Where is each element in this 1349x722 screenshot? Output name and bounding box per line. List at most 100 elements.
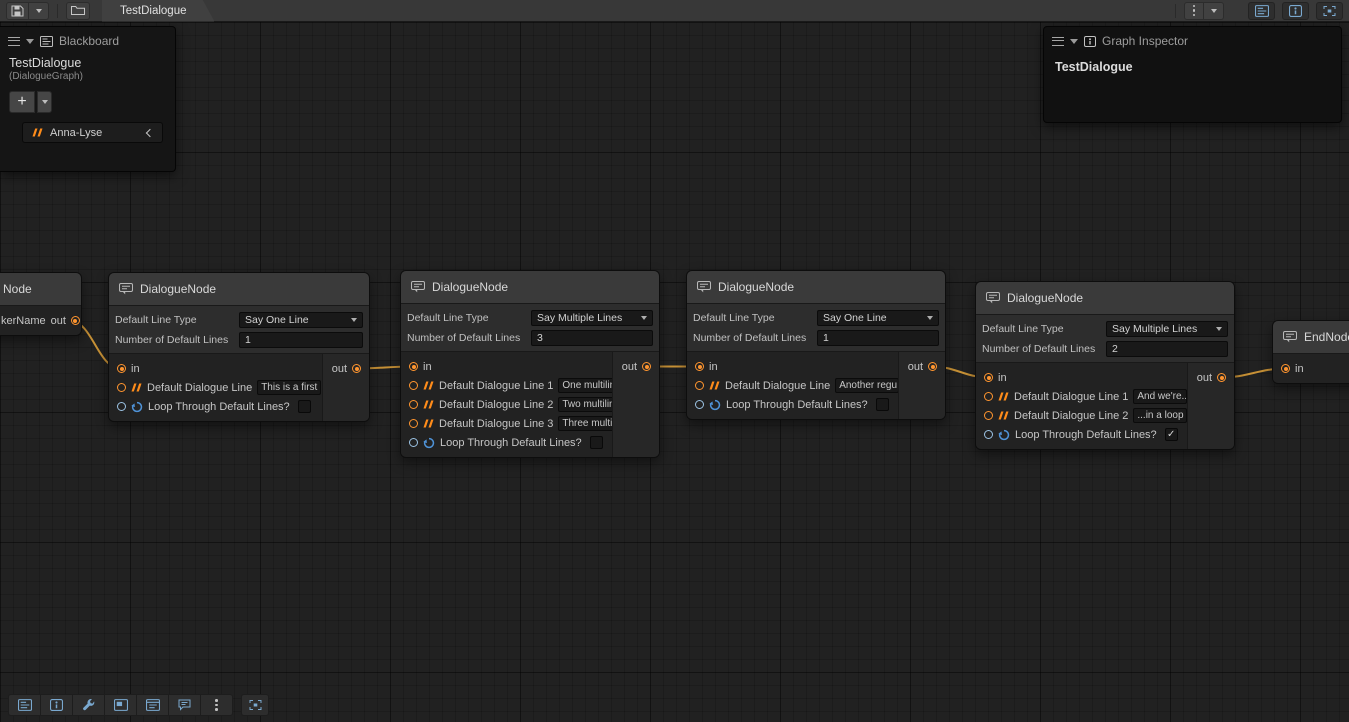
toggle-inspector-button[interactable] [1282, 2, 1309, 20]
blackboard-field-anna-lyse[interactable]: Anna-Lyse [22, 122, 163, 143]
more-options-button[interactable] [1184, 2, 1204, 20]
port-label: Default Dialogue Line [725, 380, 830, 392]
num-lines-field[interactable]: 1 [817, 330, 939, 346]
tools-button[interactable] [72, 694, 105, 716]
line-type-dropdown[interactable]: Say Multiple Lines [531, 310, 653, 326]
prop-label: Number of Default Lines [407, 332, 531, 344]
save-button[interactable] [6, 2, 29, 20]
dialogue-line-field[interactable]: ...in a loop [1133, 408, 1187, 423]
node-clipped-left[interactable]: Node kerName out [0, 272, 82, 336]
blackboard-panel[interactable]: Blackboard TestDialogue (DialogueGraph) … [0, 26, 176, 172]
line-port[interactable] [409, 400, 418, 409]
input-port[interactable] [984, 373, 993, 382]
dialogue-node-4[interactable]: DialogueNode Default Line Type Say Multi… [975, 281, 1235, 450]
loop-port[interactable] [409, 438, 418, 447]
frame-all-button[interactable] [241, 694, 269, 716]
node-title-bar[interactable]: DialogueNode [687, 271, 945, 304]
line-port[interactable] [409, 381, 418, 390]
dialogue-node-1[interactable]: DialogueNode Default Line Type Say One L… [108, 272, 370, 422]
loop-icon [998, 429, 1010, 441]
quote-icon [709, 381, 720, 390]
loop-port[interactable] [117, 402, 126, 411]
end-node[interactable]: EndNode in [1272, 320, 1349, 384]
dialogue-node-icon [119, 283, 133, 295]
loop-checkbox[interactable]: ✓ [1165, 428, 1178, 441]
node-title-bar[interactable]: DialogueNode [401, 271, 659, 304]
node-title-bar[interactable]: DialogueNode [976, 282, 1234, 315]
menu-icon[interactable] [8, 37, 20, 46]
num-lines-field[interactable]: 1 [239, 332, 363, 348]
more-options-button[interactable] [200, 694, 233, 716]
out-port-label: out [332, 363, 347, 375]
dialogue-node-icon [411, 281, 425, 293]
output-port[interactable] [71, 316, 80, 325]
graph-inspector-panel[interactable]: Graph Inspector TestDialogue [1043, 26, 1342, 123]
toggle-blackboard-button[interactable] [8, 694, 41, 716]
port-row-dialogue-line: Default Dialogue Line 2 Two multiline [401, 395, 612, 414]
dialogue-node-2[interactable]: DialogueNode Default Line Type Say Multi… [400, 270, 660, 458]
quote-icon [423, 400, 434, 409]
node-title-bar[interactable]: DialogueNode [109, 273, 369, 306]
port-row-dialogue-line: Default Dialogue Line 1 One multiline [401, 376, 612, 395]
loop-checkbox[interactable] [298, 400, 311, 413]
toggle-minimap-button[interactable] [104, 694, 137, 716]
line-port[interactable] [695, 381, 704, 390]
port-label: Default Dialogue Line 2 [1014, 410, 1128, 422]
prop-label: Default Line Type [407, 312, 531, 324]
output-port[interactable] [1217, 373, 1226, 382]
asset-name: TestDialogue [9, 56, 166, 70]
dialogue-node-3[interactable]: DialogueNode Default Line Type Say One L… [686, 270, 946, 420]
loop-checkbox[interactable] [876, 398, 889, 411]
port-label: Default Dialogue Line 1 [1014, 391, 1128, 403]
node-title: DialogueNode [718, 280, 794, 294]
line-type-dropdown[interactable]: Say Multiple Lines [1106, 321, 1228, 337]
toggle-frame-button[interactable] [1316, 2, 1343, 20]
prop-label: Number of Default Lines [982, 343, 1106, 355]
line-type-dropdown[interactable]: Say One Line [239, 312, 363, 328]
frame-icon [1323, 5, 1336, 17]
line-type-dropdown[interactable]: Say One Line [817, 310, 939, 326]
toggle-graph-inspector-button[interactable] [136, 694, 169, 716]
more-options-dropdown-button[interactable] [1204, 2, 1224, 20]
collapse-arrow-icon[interactable] [1070, 39, 1078, 44]
input-port[interactable] [117, 364, 126, 373]
chevron-left-icon[interactable] [146, 128, 154, 136]
dialogue-line-field[interactable]: This is a first [257, 380, 321, 395]
line-port[interactable] [117, 383, 126, 392]
loop-port[interactable] [695, 400, 704, 409]
num-lines-field[interactable]: 3 [531, 330, 653, 346]
menu-icon[interactable] [1052, 37, 1064, 46]
collapse-arrow-icon[interactable] [26, 39, 34, 44]
end-node-icon [1283, 331, 1297, 343]
open-asset-button[interactable] [66, 2, 90, 20]
node-title-bar[interactable]: EndNode [1273, 321, 1349, 354]
output-port[interactable] [352, 364, 361, 373]
add-property-button[interactable]: + [9, 91, 35, 113]
loop-port[interactable] [984, 430, 993, 439]
prop-label: Number of Default Lines [115, 334, 239, 346]
toggle-blackboard-button[interactable] [1248, 2, 1275, 20]
input-port[interactable] [409, 362, 418, 371]
line-port[interactable] [984, 411, 993, 420]
dialogue-line-field[interactable]: Another regu [835, 378, 899, 393]
port-row-out: out [323, 359, 369, 378]
kebab-icon [213, 699, 220, 711]
dialogue-line-field[interactable]: And we're... [1133, 389, 1187, 404]
line-port[interactable] [409, 419, 418, 428]
loop-checkbox[interactable] [590, 436, 603, 449]
output-port[interactable] [642, 362, 651, 371]
line-port[interactable] [984, 392, 993, 401]
input-port[interactable] [1281, 364, 1290, 373]
num-lines-field[interactable]: 2 [1106, 341, 1228, 357]
dialogue-preview-button[interactable] [168, 694, 201, 716]
frame-icon [249, 699, 262, 711]
node-title: DialogueNode [1007, 291, 1083, 305]
tab-testdialogue[interactable]: TestDialogue [102, 0, 214, 22]
save-dropdown-button[interactable] [29, 2, 49, 20]
toggle-inspector-button[interactable] [40, 694, 73, 716]
node-title-bar[interactable]: Node [0, 273, 81, 306]
output-port[interactable] [928, 362, 937, 371]
add-property-dropdown-button[interactable] [37, 91, 52, 113]
input-port[interactable] [695, 362, 704, 371]
port-row-loop: Loop Through Default Lines? [687, 395, 898, 414]
